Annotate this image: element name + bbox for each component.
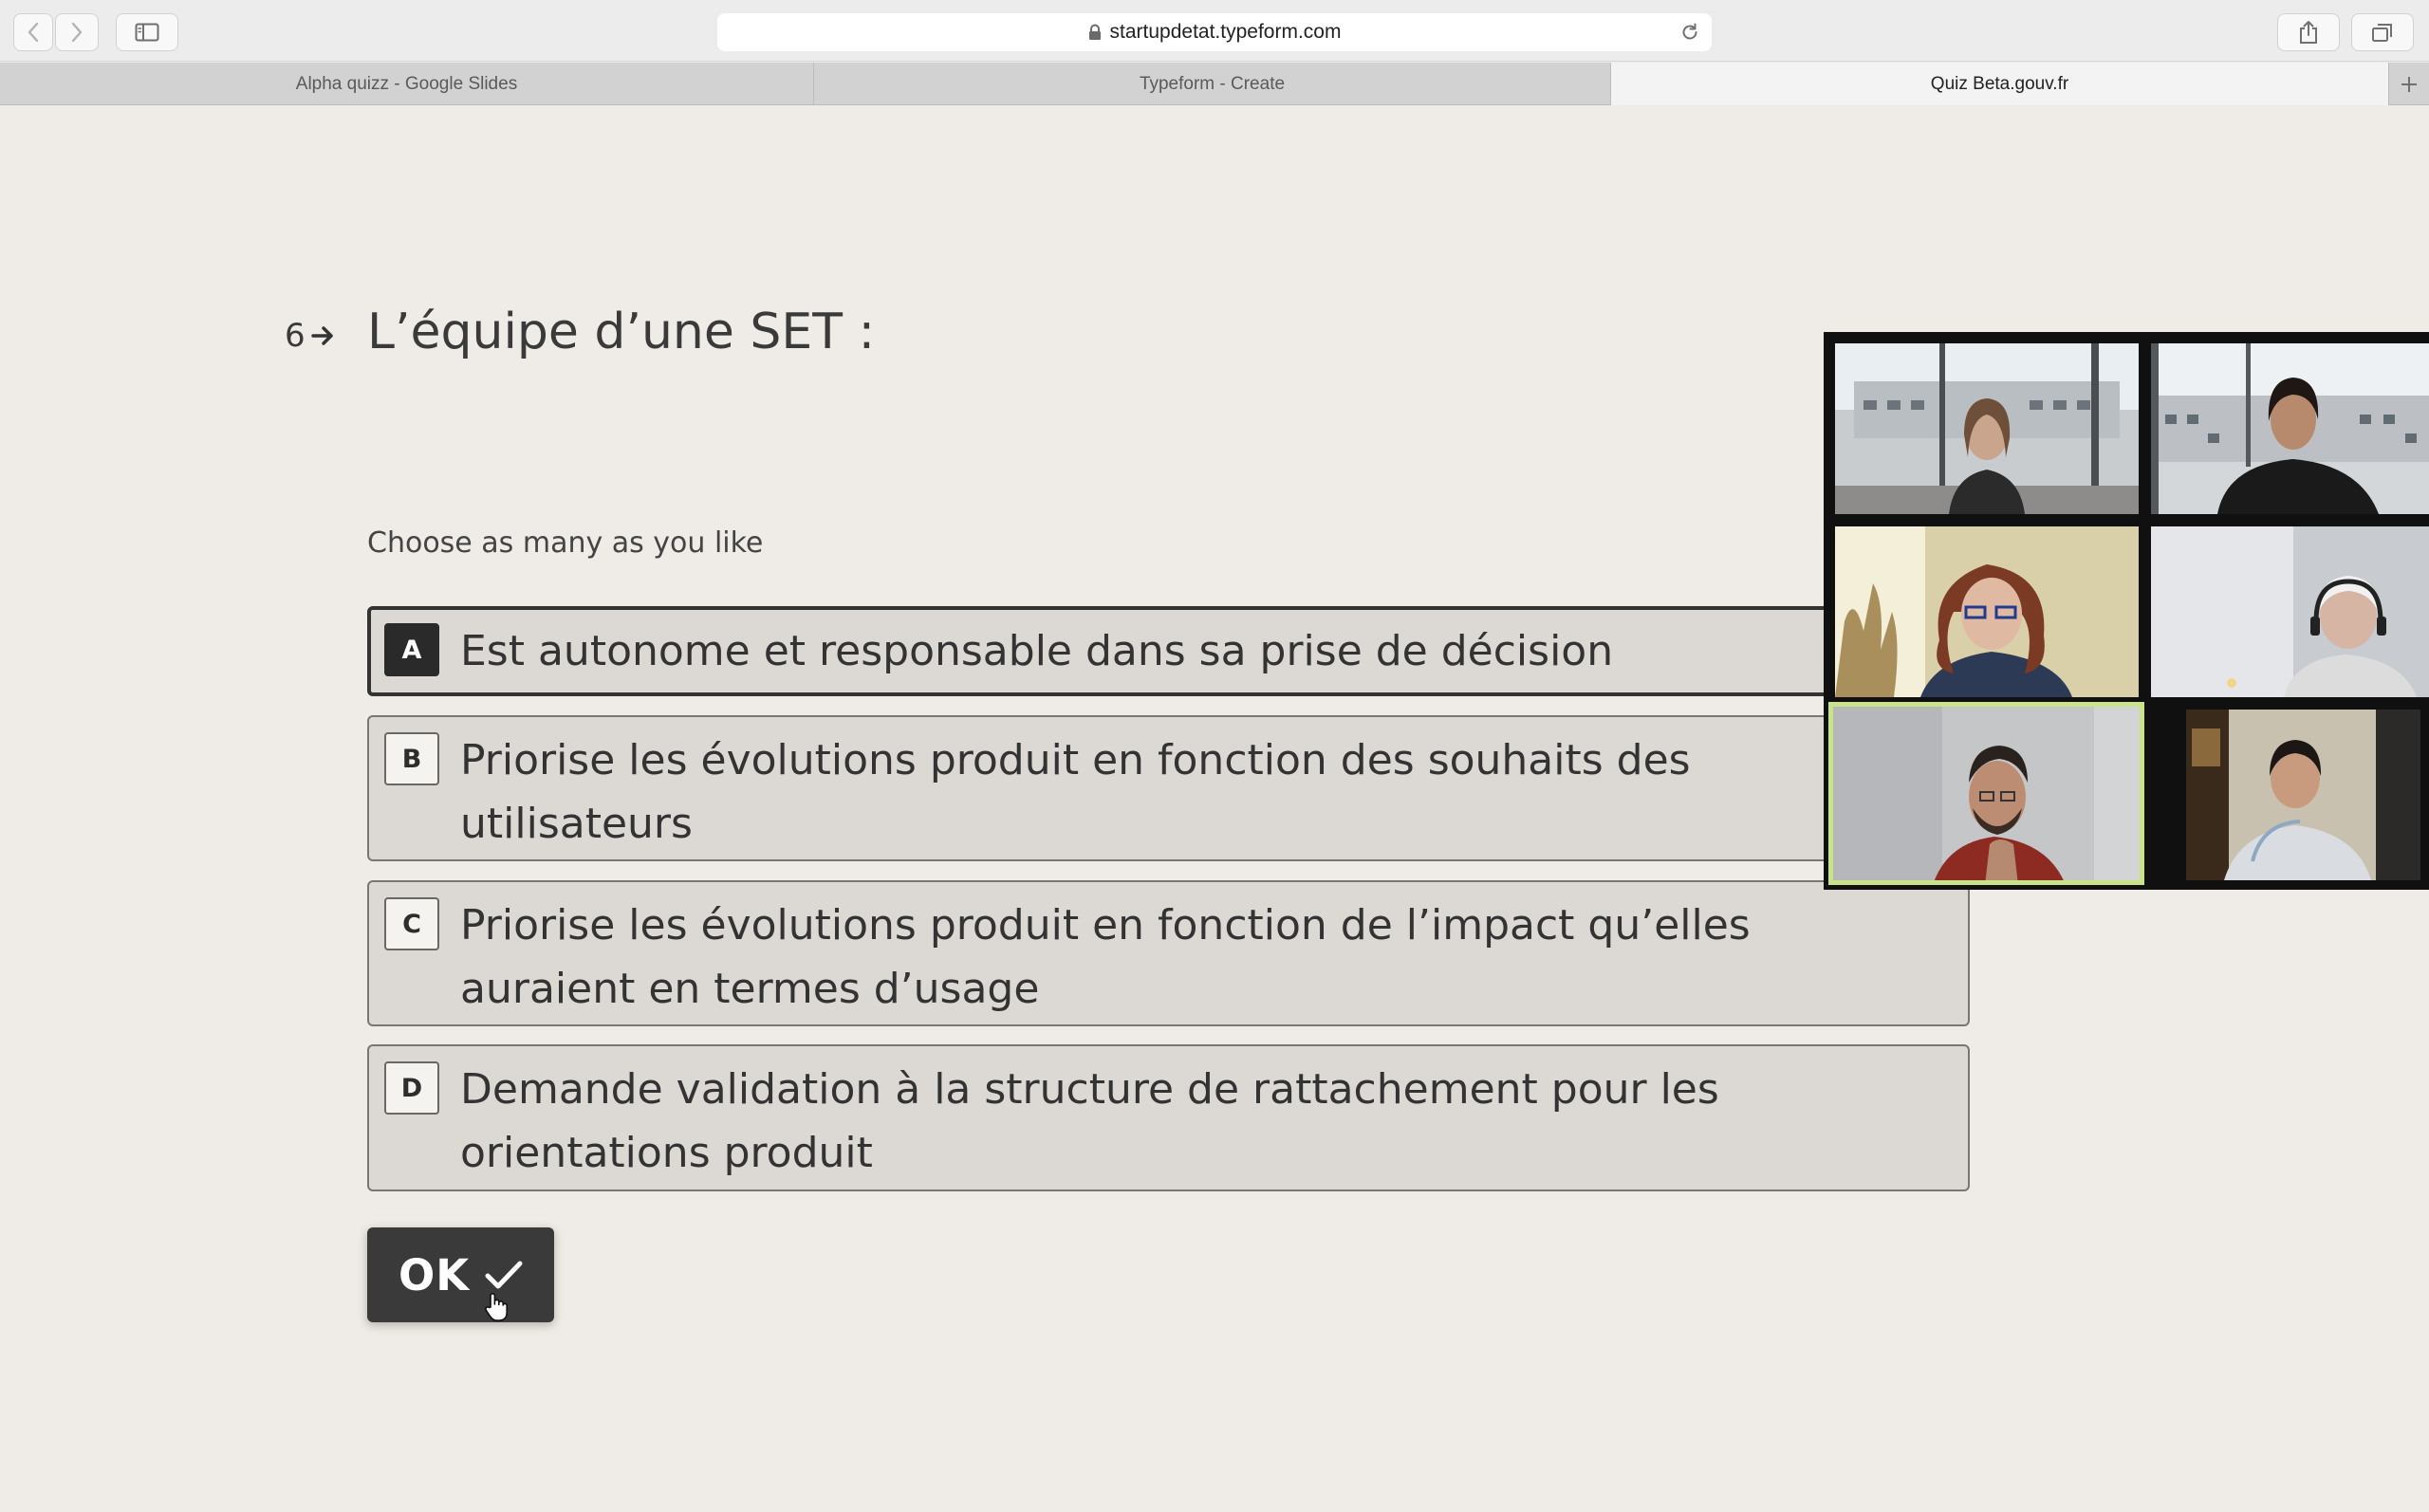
choice-b[interactable]: B Priorise les évolutions produit en fon… bbox=[367, 715, 1970, 861]
participant-video-3 bbox=[1835, 526, 2139, 697]
choice-c[interactable]: C Priorise les évolutions produit en fon… bbox=[367, 880, 1970, 1026]
question-number-text: 6 bbox=[285, 317, 306, 355]
reload-icon[interactable] bbox=[1679, 22, 1700, 43]
choice-d[interactable]: D Demande validation à la structure de r… bbox=[367, 1044, 1970, 1191]
tab-label: Typeform - Create bbox=[1139, 73, 1286, 94]
choice-label: Priorise les évolutions produit en fonct… bbox=[460, 736, 1691, 848]
back-button[interactable] bbox=[13, 13, 53, 51]
forward-icon bbox=[71, 22, 83, 43]
sidebar-icon bbox=[135, 23, 159, 42]
checkmark-icon bbox=[485, 1261, 523, 1289]
ok-button-label: OK bbox=[398, 1249, 471, 1300]
choice-key: B bbox=[384, 732, 439, 785]
tab-strip: Alpha quizz - Google Slides Typeform - C… bbox=[0, 63, 2429, 105]
choice-label: Demande validation à la structure de rat… bbox=[460, 1065, 1719, 1177]
participant-video-5-active-speaker bbox=[1828, 702, 2144, 885]
choice-label: Est autonome et responsable dans sa pris… bbox=[460, 627, 1614, 675]
forward-button[interactable] bbox=[55, 13, 99, 51]
tab-quiz-beta[interactable]: Quiz Beta.gouv.fr bbox=[1611, 63, 2389, 105]
choice-key: C bbox=[384, 897, 439, 950]
url-text: startupdetat.typeform.com bbox=[1109, 21, 1342, 43]
new-tab-icon bbox=[2401, 76, 2417, 92]
choice-a[interactable]: A Est autonome et responsable dans sa pr… bbox=[367, 606, 1970, 696]
new-tab-button[interactable] bbox=[2389, 63, 2429, 105]
lock-icon bbox=[1088, 24, 1101, 40]
tab-label: Quiz Beta.gouv.fr bbox=[1930, 73, 2069, 94]
question-hint: Choose as many as you like bbox=[367, 526, 764, 560]
address-bar[interactable]: startupdetat.typeform.com bbox=[717, 13, 1712, 51]
choice-label: Priorise les évolutions produit en fonct… bbox=[460, 901, 1751, 1013]
sidebar-button[interactable] bbox=[116, 13, 178, 51]
video-call-grid bbox=[1824, 332, 2429, 890]
tabs-overview-icon bbox=[2372, 24, 2392, 42]
participant-video-6 bbox=[2186, 710, 2420, 880]
arrow-right-icon bbox=[310, 326, 333, 345]
participant-video-4 bbox=[2151, 526, 2429, 697]
choice-key: D bbox=[384, 1061, 439, 1115]
choice-key: A bbox=[384, 623, 439, 676]
tabs-overview-button[interactable] bbox=[2351, 13, 2414, 51]
back-icon bbox=[28, 22, 39, 43]
participant-video-1 bbox=[1835, 343, 2139, 514]
question-number: 6 bbox=[285, 317, 336, 355]
tab-alpha-quizz[interactable]: Alpha quizz - Google Slides bbox=[0, 63, 814, 105]
share-button[interactable] bbox=[2277, 13, 2340, 51]
ok-button[interactable]: OK bbox=[367, 1227, 554, 1322]
tab-typeform-create[interactable]: Typeform - Create bbox=[814, 63, 1611, 105]
question-title: L’équipe d’une SET : bbox=[367, 304, 876, 360]
hand-cursor-icon bbox=[485, 1293, 508, 1321]
browser-toolbar: startupdetat.typeform.com bbox=[0, 0, 2429, 62]
tab-label: Alpha quizz - Google Slides bbox=[295, 73, 518, 94]
share-icon bbox=[2300, 21, 2317, 44]
participant-video-2 bbox=[2151, 343, 2429, 514]
